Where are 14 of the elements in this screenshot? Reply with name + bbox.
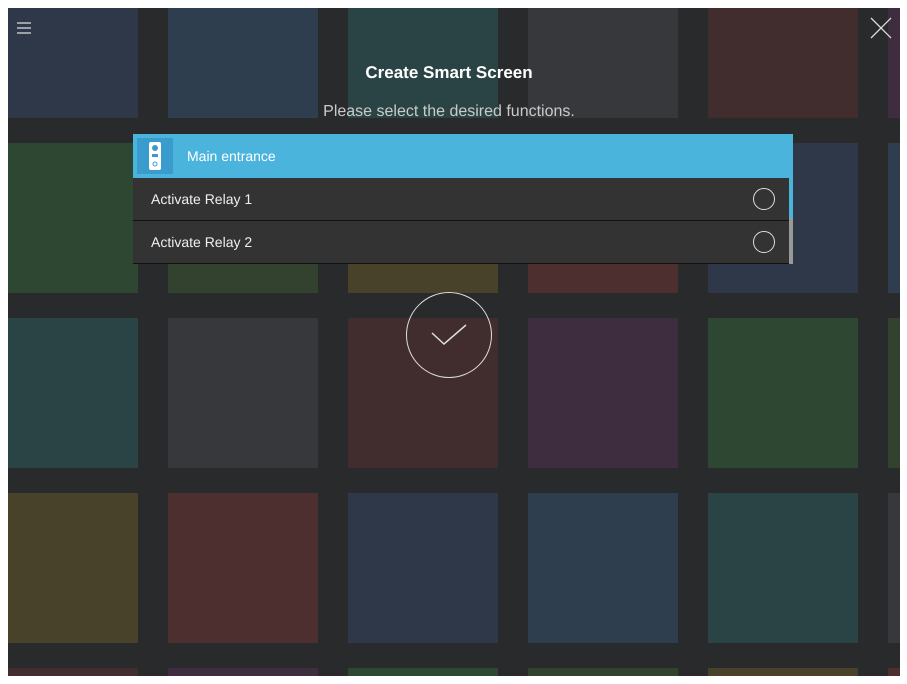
group-label: Main entrance (187, 146, 276, 166)
function-label: Activate Relay 2 (151, 232, 252, 252)
door-station-icon (137, 138, 173, 174)
checkmark-icon (431, 324, 467, 346)
dialog-title: Create Smart Screen (365, 63, 533, 82)
dialog-subtitle: Please select the desired functions. (323, 103, 575, 120)
confirm-button[interactable] (406, 292, 492, 378)
function-label: Activate Relay 1 (151, 190, 252, 209)
radio-button[interactable] (753, 231, 775, 253)
close-icon[interactable] (870, 16, 892, 40)
function-row[interactable]: Activate Relay 2 (133, 221, 789, 264)
scrollbar[interactable] (789, 178, 793, 264)
radio-button[interactable] (753, 188, 775, 210)
function-row[interactable]: Activate Relay 1 (133, 178, 789, 221)
